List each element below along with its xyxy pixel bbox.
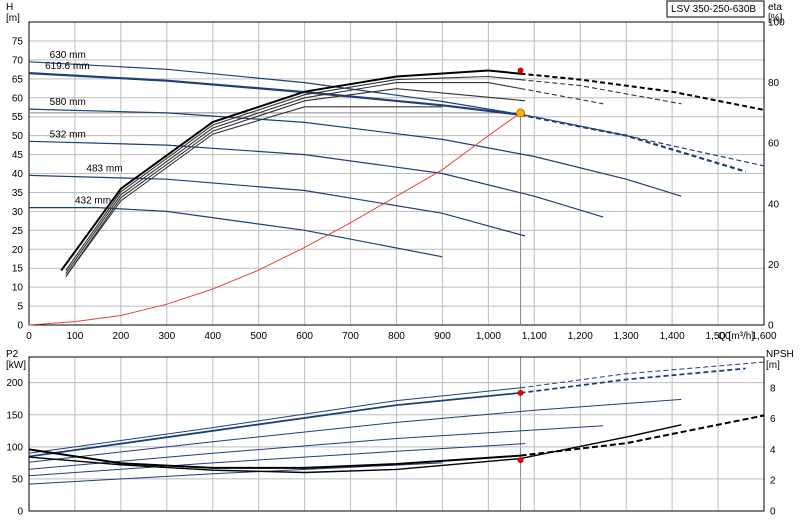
y-tick-label: 30 <box>12 207 24 218</box>
y-tick-label: 200 <box>6 378 23 389</box>
x-tick-label: 400 <box>204 331 221 342</box>
x-tick-label: 900 <box>434 331 451 342</box>
y-tick-label: 25 <box>12 226 24 237</box>
y-tick-label: 50 <box>12 131 24 142</box>
y2-axis-label-eta: eta [%] <box>768 2 783 24</box>
y-tick-label: 15 <box>12 264 24 275</box>
y-tick-label: 50 <box>12 474 24 485</box>
x-tick-label: 300 <box>158 331 175 342</box>
y-tick-label: 20 <box>12 245 24 256</box>
y2-tick-label: 6 <box>770 414 776 425</box>
y-tick-label: 55 <box>12 112 24 123</box>
duty-point-efficiency <box>517 67 524 74</box>
y2-tick-label: 80 <box>768 78 780 89</box>
y2-tick-label: 40 <box>768 199 780 210</box>
head-curve-label: 432 mm <box>75 196 111 207</box>
x-tick-label: 100 <box>67 331 84 342</box>
x-tick-label: 1,000 <box>476 331 501 342</box>
y-tick-label: 10 <box>12 283 24 294</box>
x-tick-label: 200 <box>113 331 130 342</box>
y-tick-label: 150 <box>6 410 23 421</box>
x-tick-label: 800 <box>388 331 405 342</box>
y-tick-label: 60 <box>12 93 24 104</box>
y-tick-label: 35 <box>12 188 24 199</box>
y-tick-label: 100 <box>6 442 23 453</box>
head-curve-label: 483 mm <box>86 163 122 174</box>
x-tick-label: 1,300 <box>614 331 639 342</box>
head-curve-label: 619.6 mm <box>45 61 89 72</box>
x-tick-label: 700 <box>342 331 359 342</box>
y-tick-label: 40 <box>12 169 24 180</box>
head-curve-label: 630 mm <box>50 50 86 61</box>
y-tick-label: 70 <box>12 55 24 66</box>
y2-tick-label: 0 <box>770 507 776 518</box>
y-tick-label: 0 <box>17 507 23 518</box>
pump-performance-chart: 0 100 200 300 400 500 600 700 800 900 1,000 1,100 1,… <box>0 0 800 520</box>
efficiency-curve-dashed <box>520 99 526 102</box>
y-tick-label: 5 <box>17 302 23 313</box>
x-tick-label: 600 <box>296 331 313 342</box>
duty-point-head <box>516 108 526 118</box>
y2-tick-label: 0 <box>768 321 774 332</box>
x-tick-label: 1,400 <box>660 331 685 342</box>
y-tick-label: 75 <box>12 36 24 47</box>
y2-tick-label: 20 <box>768 260 780 271</box>
y2-tick-label: 4 <box>770 445 776 456</box>
head-curve-label: 580 mm <box>50 97 86 108</box>
y-tick-label: 45 <box>12 150 24 161</box>
x-tick-label: 1,200 <box>568 331 593 342</box>
x-tick-label: 0 <box>26 331 32 342</box>
duty-point-power <box>517 389 524 396</box>
y-tick-label: 65 <box>12 74 24 85</box>
y2-tick-label: 8 <box>770 383 776 394</box>
x-tick-label: 500 <box>250 331 267 342</box>
y-tick-label: 0 <box>17 321 23 332</box>
head-curve-label: 532 mm <box>50 129 86 140</box>
x-axis-label-q: Q [m³/h] <box>718 331 754 342</box>
x-tick-label: 1,600 <box>751 331 776 342</box>
duty-point-npsh <box>517 457 524 464</box>
x-tick-label: 1,100 <box>522 331 547 342</box>
y2-tick-label: 2 <box>770 476 776 487</box>
chart-title: LSV 350-250-630B <box>671 4 756 15</box>
y2-tick-label: 60 <box>768 139 780 150</box>
